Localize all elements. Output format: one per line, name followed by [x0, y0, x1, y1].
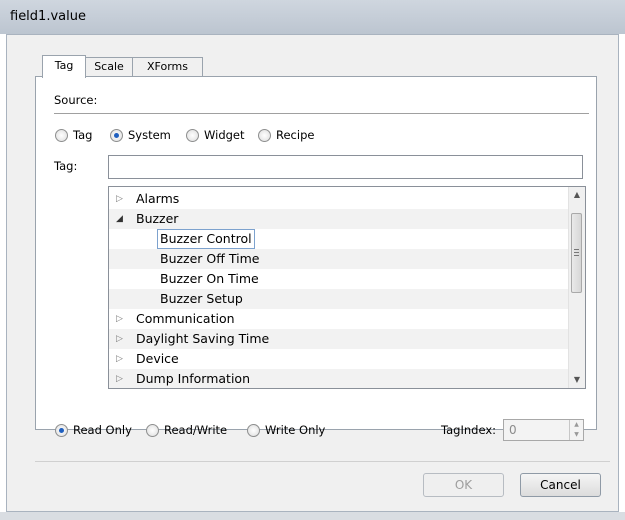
grip-line: [574, 249, 579, 250]
expand-arrow-icon[interactable]: ▷: [116, 189, 123, 209]
scroll-down-arrow-icon[interactable]: ▼: [569, 372, 585, 388]
radio-source-tag[interactable]: [55, 129, 68, 142]
tag-index-label: TagIndex:: [441, 423, 497, 437]
radio-write-only-label[interactable]: Write Only: [265, 423, 325, 437]
tree-item-communication[interactable]: ▷ Communication: [109, 309, 569, 329]
tab-tag[interactable]: Tag: [42, 55, 86, 78]
tag-index-stepper[interactable]: 0 ▲ ▼: [503, 419, 584, 441]
radio-source-system-label[interactable]: System: [128, 128, 171, 142]
expand-arrow-icon[interactable]: ▷: [116, 369, 123, 388]
radio-source-recipe-label[interactable]: Recipe: [276, 128, 314, 142]
tree-scrollbar[interactable]: ▲ ▼: [568, 187, 585, 388]
radio-source-recipe[interactable]: [258, 129, 271, 142]
radio-read-only-label[interactable]: Read Only: [73, 423, 132, 437]
tag-index-value: 0: [509, 423, 517, 437]
tree-item-buzzer-setup[interactable]: Buzzer Setup: [109, 289, 569, 309]
tree-item-dump-information[interactable]: ▷ Dump Information: [109, 369, 569, 388]
button-separator: [35, 461, 610, 462]
window-bottom-edge: [0, 512, 625, 520]
tree-item-daylight-saving-time[interactable]: ▷ Daylight Saving Time: [109, 329, 569, 349]
collapse-arrow-icon[interactable]: ◢: [116, 209, 123, 229]
tag-index-spin[interactable]: ▲ ▼: [569, 420, 583, 440]
expand-arrow-icon[interactable]: ▷: [116, 309, 123, 329]
tree-item-device[interactable]: ▷ Device: [109, 349, 569, 369]
cancel-button[interactable]: Cancel: [520, 473, 601, 497]
ok-button[interactable]: OK: [423, 473, 504, 497]
radio-source-tag-label[interactable]: Tag: [73, 128, 92, 142]
radio-read-write-label[interactable]: Read/Write: [164, 423, 227, 437]
tree-item-buzzer-control[interactable]: Buzzer Control: [109, 229, 569, 249]
radio-source-widget[interactable]: [186, 129, 199, 142]
tree-item-buzzer[interactable]: ◢ Buzzer: [109, 209, 569, 229]
tab-scale[interactable]: Scale: [85, 57, 133, 76]
tab-xforms[interactable]: XForms: [132, 57, 203, 76]
source-separator: [54, 113, 589, 114]
window-title: field1.value: [10, 9, 86, 24]
tag-label: Tag:: [54, 159, 78, 173]
tree-item-alarms[interactable]: ▷ Alarms: [109, 189, 569, 209]
title-bar: field1.value: [0, 0, 625, 34]
spin-up-icon[interactable]: ▲: [570, 420, 583, 430]
radio-read-only[interactable]: [55, 424, 68, 437]
scroll-up-arrow-icon[interactable]: ▲: [569, 187, 585, 203]
expand-arrow-icon[interactable]: ▷: [116, 349, 123, 369]
expand-arrow-icon[interactable]: ▷: [116, 329, 123, 349]
spin-down-icon[interactable]: ▼: [570, 430, 583, 440]
radio-write-only[interactable]: [247, 424, 260, 437]
grip-line: [574, 252, 579, 253]
source-label: Source:: [54, 93, 98, 107]
radio-read-write[interactable]: [146, 424, 159, 437]
radio-source-widget-label[interactable]: Widget: [204, 128, 245, 142]
radio-source-system[interactable]: [110, 129, 123, 142]
scrollbar-thumb[interactable]: [571, 213, 582, 293]
grip-line: [574, 255, 579, 256]
tree-item-buzzer-on-time[interactable]: Buzzer On Time: [109, 269, 569, 289]
tag-input[interactable]: [108, 155, 583, 179]
tree-item-buzzer-off-time[interactable]: Buzzer Off Time: [109, 249, 569, 269]
system-tag-tree[interactable]: ▷ Alarms ◢ Buzzer Buzzer Control Buzzer …: [108, 186, 586, 389]
